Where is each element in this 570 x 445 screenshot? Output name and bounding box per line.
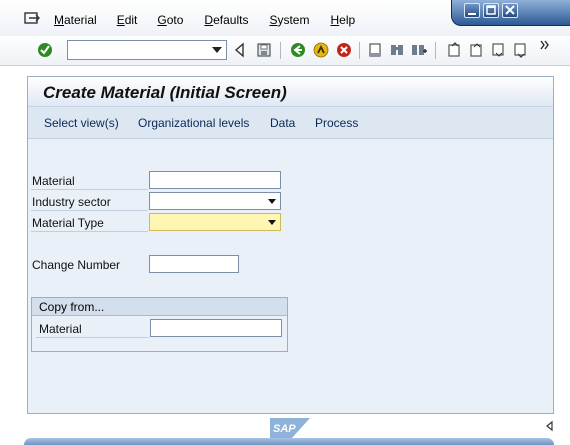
- find-next-icon[interactable]: [411, 42, 427, 58]
- maximize-icon: [486, 5, 496, 15]
- menu-material[interactable]: Material: [54, 13, 97, 27]
- page-title: Create Material (Initial Screen): [43, 83, 287, 102]
- sap-logo: SAP: [270, 418, 310, 438]
- copy-material-input[interactable]: [150, 319, 282, 337]
- more-icon[interactable]: [539, 39, 551, 51]
- menu-goto-label: oto: [166, 13, 184, 27]
- collapse-left-icon[interactable]: [544, 420, 556, 432]
- toolbar-separator: [280, 42, 281, 59]
- command-field[interactable]: [67, 40, 227, 60]
- industry-sector-label: Industry sector: [32, 195, 111, 209]
- standard-toolbar: [0, 36, 570, 66]
- menu-goto-accelerator: G: [157, 13, 167, 27]
- menu-edit[interactable]: Edit: [117, 13, 138, 27]
- back-icon[interactable]: [232, 42, 248, 58]
- print-icon[interactable]: [367, 42, 383, 58]
- industry-sector-select[interactable]: [149, 192, 281, 210]
- last-page-icon[interactable]: [512, 42, 528, 58]
- select-views-button[interactable]: Select view(s): [44, 116, 119, 130]
- close-icon: [505, 5, 515, 15]
- group-title: Copy from...: [39, 300, 105, 314]
- menu-help-label: elp: [339, 13, 356, 27]
- material-label: Material: [32, 174, 75, 188]
- toolbar-separator: [435, 42, 436, 59]
- menu-defaults[interactable]: Defaults: [204, 13, 248, 27]
- menu-system-label: ystem: [277, 13, 310, 27]
- menu-help[interactable]: Help: [330, 13, 355, 27]
- minimize-icon: [468, 13, 476, 15]
- material-type-select[interactable]: [149, 213, 281, 231]
- menu-edit-accelerator: E: [116, 13, 125, 27]
- minimize-button[interactable]: [464, 3, 480, 18]
- first-page-icon[interactable]: [446, 42, 462, 58]
- save-icon[interactable]: [256, 42, 272, 58]
- menu-help-accelerator: H: [330, 13, 340, 27]
- label-underline: [36, 337, 149, 338]
- status-bar: [24, 438, 554, 445]
- menu-defaults-label: efaults: [213, 13, 249, 27]
- toolbar-separator: [359, 42, 360, 59]
- system-menu-icon[interactable]: [24, 11, 41, 25]
- change-number-label: Change Number: [32, 258, 121, 272]
- exit-icon[interactable]: [313, 42, 329, 58]
- material-type-label: Material Type: [32, 216, 104, 230]
- change-number-input[interactable]: [149, 255, 239, 273]
- chevron-down-icon[interactable]: [212, 47, 222, 53]
- copy-from-group: Copy from... Material: [31, 297, 288, 352]
- chevron-down-icon[interactable]: [268, 199, 276, 204]
- menu-edit-label: dit: [124, 13, 138, 27]
- menu-defaults-accelerator: D: [204, 13, 214, 27]
- window-controls: [451, 0, 570, 26]
- material-input[interactable]: [149, 171, 281, 189]
- sap-logo-text: SAP: [273, 423, 296, 435]
- back-nav-icon[interactable]: [290, 42, 306, 58]
- next-page-icon[interactable]: [490, 42, 506, 58]
- application-toolbar: Select view(s) Organizational levels Dat…: [28, 107, 553, 139]
- process-button[interactable]: Process: [315, 116, 358, 130]
- chevron-down-icon[interactable]: [268, 220, 276, 225]
- cancel-icon[interactable]: [336, 42, 352, 58]
- menu-goto[interactable]: Goto: [157, 13, 183, 27]
- organizational-levels-button[interactable]: Organizational levels: [138, 116, 249, 130]
- group-header: Copy from...: [32, 298, 287, 316]
- find-icon[interactable]: [389, 42, 405, 58]
- menu-bar: Material Edit Goto Defaults System Help: [0, 0, 570, 36]
- label-underline: [31, 210, 148, 211]
- maximize-button[interactable]: [483, 3, 499, 18]
- data-button[interactable]: Data: [270, 116, 295, 130]
- enter-icon[interactable]: [37, 42, 53, 58]
- previous-page-icon[interactable]: [468, 42, 484, 58]
- menu-system[interactable]: System: [269, 13, 309, 27]
- menu-material-label: aterial: [64, 13, 97, 27]
- close-button[interactable]: [502, 3, 518, 18]
- menu-material-accelerator: M: [54, 13, 64, 27]
- label-underline: [31, 231, 148, 232]
- copy-material-label: Material: [39, 322, 82, 336]
- main-panel: Create Material (Initial Screen) Select …: [27, 76, 554, 414]
- label-underline: [31, 189, 148, 190]
- title-bar: Create Material (Initial Screen): [28, 77, 553, 107]
